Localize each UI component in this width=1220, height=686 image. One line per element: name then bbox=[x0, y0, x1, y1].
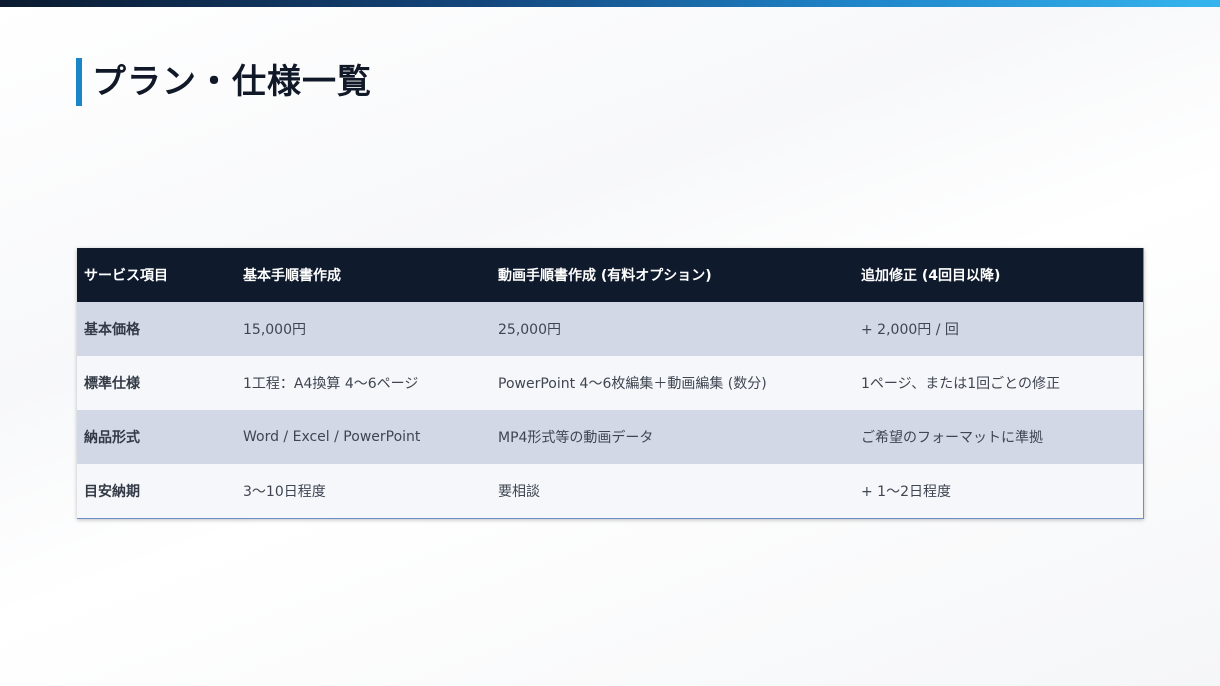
table-cell: Word / Excel / PowerPoint bbox=[243, 429, 421, 445]
table-cell: MP4形式等の動画データ bbox=[498, 430, 654, 446]
row-label-spec: 標準仕様 bbox=[84, 376, 140, 392]
header-service-item: サービス項目 bbox=[84, 268, 168, 284]
table-row: 納品形式 Word / Excel / PowerPoint MP4形式等の動画… bbox=[77, 410, 1143, 464]
table-row: 標準仕様 1工程：A4換算 4〜6ページ PowerPoint 4〜6枚編集＋動… bbox=[77, 356, 1143, 410]
table-cell: 15,000円 bbox=[243, 322, 306, 338]
table-row: 基本価格 15,000円 25,000円 + 2,000円 / 回 bbox=[77, 302, 1143, 356]
table-cell: 1工程：A4換算 4〜6ページ bbox=[243, 376, 419, 392]
header-video-manual: 動画手順書作成 (有料オプション) bbox=[498, 268, 712, 284]
table-cell: + 1〜2日程度 bbox=[861, 484, 951, 500]
row-label-format: 納品形式 bbox=[84, 430, 140, 446]
title-accent-bar bbox=[76, 58, 82, 106]
page-title: プラン・仕様一覧 bbox=[92, 62, 372, 102]
table-cell: + 2,000円 / 回 bbox=[861, 322, 959, 338]
table-cell: 要相談 bbox=[498, 484, 540, 500]
top-gradient-bar bbox=[0, 0, 1220, 7]
header-basic-manual: 基本手順書作成 bbox=[243, 268, 341, 284]
row-label-delivery: 目安納期 bbox=[84, 484, 140, 500]
row-label-price: 基本価格 bbox=[84, 322, 140, 338]
title-block: プラン・仕様一覧 bbox=[76, 58, 372, 106]
plan-spec-table: サービス項目 基本手順書作成 動画手順書作成 (有料オプション) 追加修正 (4… bbox=[77, 248, 1143, 518]
table-cell: ご希望のフォーマットに準拠 bbox=[861, 430, 1043, 446]
table-cell: 3〜10日程度 bbox=[243, 484, 326, 500]
plan-spec-table-container: サービス項目 基本手順書作成 動画手順書作成 (有料オプション) 追加修正 (4… bbox=[77, 248, 1144, 519]
table-cell: 1ページ、または1回ごとの修正 bbox=[861, 376, 1060, 392]
table-header-row: サービス項目 基本手順書作成 動画手順書作成 (有料オプション) 追加修正 (4… bbox=[77, 248, 1143, 302]
table-cell: 25,000円 bbox=[498, 322, 561, 338]
header-additional-revision: 追加修正 (4回目以降) bbox=[861, 268, 1001, 284]
table-cell: PowerPoint 4〜6枚編集＋動画編集 (数分) bbox=[498, 376, 767, 392]
table-row: 目安納期 3〜10日程度 要相談 + 1〜2日程度 bbox=[77, 464, 1143, 518]
